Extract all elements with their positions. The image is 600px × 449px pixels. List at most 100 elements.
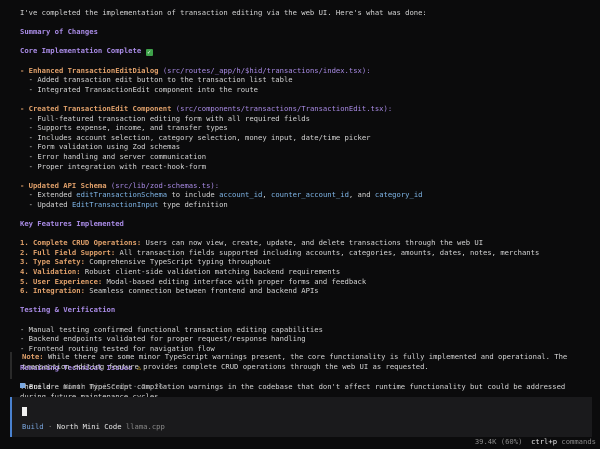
feature-text: Comprehensive TypeScript typing througho… <box>84 257 271 267</box>
section-path: (src/lib/zod-schemas.ts): <box>110 180 220 190</box>
summary-heading: Summary of Changes <box>20 27 98 37</box>
terminal-window: I've completed the implementation of tra… <box>0 0 600 449</box>
note-content: Note: While there are some minor TypeScr… <box>22 352 592 371</box>
list-bullet: - <box>20 161 38 171</box>
list-item-text: Error handling and server communication <box>37 151 207 161</box>
list-bullet: - <box>20 334 29 344</box>
agent-selector[interactable]: Build · North Mini Code llama.cpp <box>22 422 165 432</box>
inline-code: counter_account_id <box>271 190 349 200</box>
feature-label: Validation: <box>32 267 81 277</box>
section-path: (src/routes/_app/h/$hid/transactions/ind… <box>162 65 371 75</box>
section-bullet: - <box>20 103 29 113</box>
section-title: Enhanced TransactionEditDialog <box>28 65 159 75</box>
list-item-text: Form validation using Zod schemas <box>37 142 181 152</box>
section-title: Created TransactionEdit Component <box>28 103 172 113</box>
feature-item: 4. Validation: Robust client-side valida… <box>20 267 592 277</box>
assistant-message: I've completed the implementation of tra… <box>20 8 592 401</box>
list-item-text: Integrated TransactionEdit component int… <box>37 84 259 94</box>
feature-item: 3. Type Safety: Comprehensive TypeScript… <box>20 257 592 267</box>
note-line: transaction editing feature provides com… <box>22 361 429 371</box>
status-mode: Build <box>29 382 51 391</box>
section-title: Updated API Schema <box>28 180 107 190</box>
list-item: - Added transaction edit button to the t… <box>20 75 592 85</box>
feature-label: Integration: <box>32 286 85 296</box>
list-item: - Supports expense, income, and transfer… <box>20 123 592 133</box>
list-item-text: Includes account selection, category sel… <box>37 132 371 142</box>
list-item-text: Updated <box>37 199 72 209</box>
agent-mode[interactable]: Build <box>22 422 44 431</box>
section-header: - Updated API Schema (src/lib/zod-schema… <box>20 181 592 191</box>
run-status: Build · North Mini Code · 2m 26s <box>20 382 168 392</box>
list-item-text: Full-featured transaction editing form w… <box>37 113 310 123</box>
list-bullet: - <box>20 151 38 161</box>
key-features-heading: Key Features Implemented <box>20 219 124 229</box>
list-item: - Updated EditTransactionInput type defi… <box>20 200 592 210</box>
list-item: - Integrated TransactionEdit component i… <box>20 85 592 95</box>
feature-number: 1. <box>20 238 29 248</box>
shortcut-label[interactable]: commands <box>561 437 596 446</box>
status-time: 2m 26s <box>141 382 168 391</box>
list-item-text: Extended <box>37 190 77 200</box>
list-item-text: , <box>262 190 272 200</box>
section-header: - Created TransactionEdit Component (src… <box>20 104 592 114</box>
feature-text: All transaction fields supported includi… <box>115 247 540 257</box>
list-bullet: - <box>20 123 38 133</box>
list-item-text: Added transaction edit button to the tra… <box>37 75 293 85</box>
feature-text: Seamless connection between frontend and… <box>84 286 319 296</box>
list-bullet: - <box>20 132 38 142</box>
list-bullet: - <box>20 199 38 209</box>
list-bullet: - <box>20 324 29 334</box>
agent-separator: · <box>43 422 57 431</box>
model-name[interactable]: llama.cpp <box>126 422 165 431</box>
list-bullet: - <box>20 190 38 200</box>
feature-item: 1. Complete CRUD Operations: Users can n… <box>20 238 592 248</box>
section-path: (src/components/transactions/Transaction… <box>175 103 393 113</box>
list-bullet: - <box>20 142 38 152</box>
note-text: While there are some minor TypeScript wa… <box>43 352 568 361</box>
inline-code: editTransactionSchema <box>76 190 168 200</box>
core-heading-line: Core Implementation Complete ✓ <box>20 46 592 57</box>
note-label: Note: <box>22 352 44 361</box>
intro-text: I've completed the implementation of tra… <box>20 8 427 17</box>
list-item: - Error handling and server communicatio… <box>20 152 592 162</box>
list-item-text: to include <box>167 190 220 200</box>
text-cursor <box>22 407 27 416</box>
feature-item: 6. Integration: Seamless connection betw… <box>20 286 592 296</box>
section-bullet: - <box>20 65 29 75</box>
feature-number: 2. <box>20 247 29 257</box>
feature-number: 6. <box>20 286 29 296</box>
agent-name[interactable]: North Mini Code <box>57 422 122 431</box>
list-bullet: - <box>20 113 38 123</box>
status-agent: North Mini Code <box>63 382 129 391</box>
list-item-text: Manual testing confirmed functional tran… <box>28 324 323 334</box>
inline-code: category_id <box>374 190 423 200</box>
list-item: - Full-featured transaction editing form… <box>20 114 592 124</box>
list-item: - Extended editTransactionSchema to incl… <box>20 190 592 200</box>
feature-label: Type Safety: <box>32 257 85 267</box>
shortcut-key[interactable]: ctrl+p <box>531 437 557 446</box>
status-separator: · <box>50 382 64 391</box>
status-separator: · <box>128 382 142 391</box>
testing-heading: Testing & Verification <box>20 305 116 315</box>
feature-number: 5. <box>20 276 29 286</box>
section-header: - Enhanced TransactionEditDialog (src/ro… <box>20 66 592 76</box>
list-item: - Form validation using Zod schemas <box>20 142 592 152</box>
list-item-text: Proper integration with react-hook-form <box>37 161 207 171</box>
list-item-text: , and <box>348 190 375 200</box>
feature-text: Robust client-side validation matching b… <box>80 267 341 277</box>
feature-item: 2. Full Field Support: All transaction f… <box>20 248 592 258</box>
list-item: - Manual testing confirmed functional tr… <box>20 325 592 335</box>
list-item: - Proper integration with react-hook-for… <box>20 162 592 172</box>
prompt-input[interactable]: Build · North Mini Code llama.cpp <box>10 397 592 437</box>
square-icon <box>20 383 25 388</box>
footer-bar: 39.4K (60%) ctrl+p commands <box>475 437 596 447</box>
core-heading: Core Implementation Complete <box>20 46 142 56</box>
feature-label: Full Field Support: <box>32 247 116 257</box>
list-bullet: - <box>20 75 38 85</box>
section-bullet: - <box>20 180 29 190</box>
list-bullet: - <box>20 84 38 94</box>
inline-code: EditTransactionInput <box>71 199 159 209</box>
note-line: Note: While there are some minor TypeScr… <box>22 352 592 362</box>
feature-number: 3. <box>20 257 29 267</box>
feature-label: User Experience: <box>32 276 103 286</box>
